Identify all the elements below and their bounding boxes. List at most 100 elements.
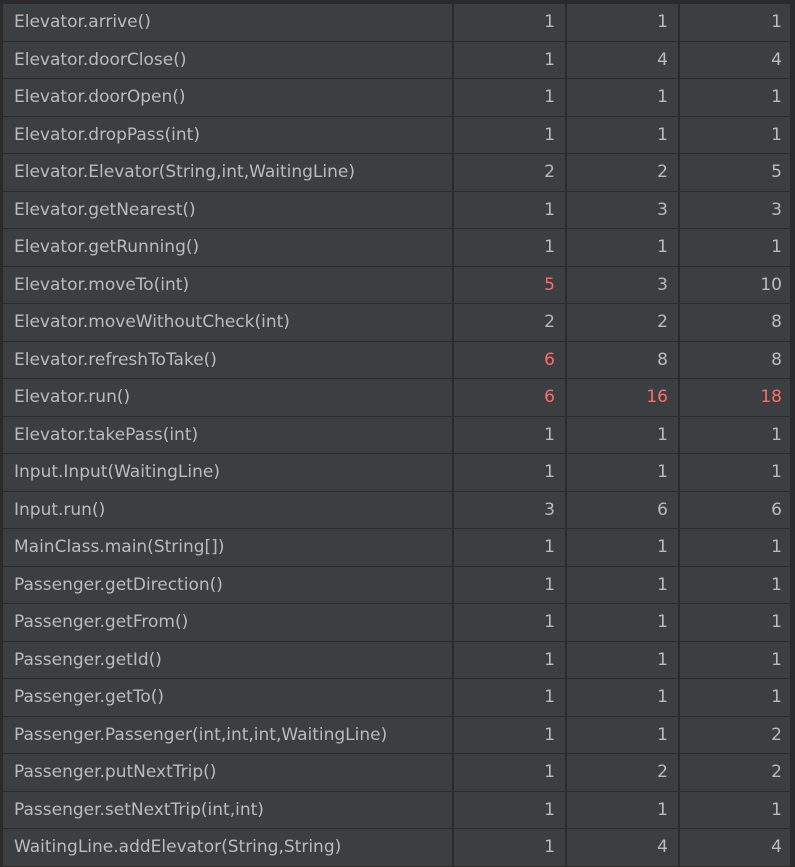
table-row[interactable]: Elevator.takePass(int) 1 1 1 <box>3 416 790 453</box>
metric-1-cell: 1 <box>454 416 565 453</box>
table-row[interactable]: Elevator.moveTo(int) 5 3 10 <box>3 266 790 303</box>
metric-3-cell: 1 <box>680 229 790 266</box>
metric-3-cell: 1 <box>680 791 790 828</box>
method-name-cell: Passenger.getDirection() <box>3 566 452 603</box>
method-name-cell: Elevator.moveTo(int) <box>3 266 452 303</box>
metric-1-cell: 1 <box>454 679 565 716</box>
metric-3-cell: 2 <box>680 716 790 753</box>
metric-3-cell: 8 <box>680 304 790 341</box>
method-name-cell: Elevator.arrive() <box>3 4 452 41</box>
metric-2-cell: 1 <box>567 791 678 828</box>
metric-3-cell: 6 <box>680 491 790 528</box>
table-row[interactable]: Passenger.getId() 1 1 1 <box>3 641 790 678</box>
method-name-cell: Elevator.refreshToTake() <box>3 341 452 378</box>
metric-2-cell: 1 <box>567 229 678 266</box>
metric-2-cell: 1 <box>567 566 678 603</box>
metric-1-cell: 5 <box>454 266 565 303</box>
table-row[interactable]: Elevator.moveWithoutCheck(int) 2 2 8 <box>3 304 790 341</box>
metric-3-cell: 4 <box>680 41 790 78</box>
metric-2-cell: 2 <box>567 154 678 191</box>
metric-2-cell: 4 <box>567 829 678 866</box>
table-row[interactable]: Passenger.Passenger(int,int,int,WaitingL… <box>3 716 790 753</box>
metric-2-cell: 4 <box>567 41 678 78</box>
metric-2-cell: 1 <box>567 641 678 678</box>
metric-2-cell: 16 <box>567 379 678 416</box>
metric-2-cell: 2 <box>567 754 678 791</box>
table-row[interactable]: Passenger.getDirection() 1 1 1 <box>3 566 790 603</box>
table-row[interactable]: Elevator.run() 6 16 18 <box>3 379 790 416</box>
method-name-cell: Elevator.getNearest() <box>3 191 452 228</box>
metric-2-cell: 6 <box>567 491 678 528</box>
metric-3-cell: 5 <box>680 154 790 191</box>
table-row[interactable]: Passenger.getTo() 1 1 1 <box>3 679 790 716</box>
metric-3-cell: 1 <box>680 604 790 641</box>
method-name-cell: Elevator.doorClose() <box>3 41 452 78</box>
method-name-cell: Elevator.moveWithoutCheck(int) <box>3 304 452 341</box>
metric-3-cell: 1 <box>680 454 790 491</box>
table-row[interactable]: Passenger.putNextTrip() 1 2 2 <box>3 754 790 791</box>
metric-3-cell: 2 <box>680 754 790 791</box>
table-row[interactable]: Elevator.doorClose() 1 4 4 <box>3 41 790 78</box>
table-row[interactable]: MainClass.main(String[]) 1 1 1 <box>3 529 790 566</box>
metric-2-cell: 1 <box>567 604 678 641</box>
method-name-cell: Passenger.getFrom() <box>3 604 452 641</box>
metric-3-cell: 3 <box>680 191 790 228</box>
table-row[interactable]: Passenger.getFrom() 1 1 1 <box>3 604 790 641</box>
table-row[interactable]: Passenger.setNextTrip(int,int) 1 1 1 <box>3 791 790 828</box>
table-row[interactable]: Elevator.dropPass(int) 1 1 1 <box>3 116 790 153</box>
method-name-cell: Input.Input(WaitingLine) <box>3 454 452 491</box>
method-name-cell: Passenger.getId() <box>3 641 452 678</box>
metric-1-cell: 1 <box>454 454 565 491</box>
method-name-cell: Passenger.putNextTrip() <box>3 754 452 791</box>
method-name-cell: Passenger.setNextTrip(int,int) <box>3 791 452 828</box>
table-row[interactable]: Elevator.doorOpen() 1 1 1 <box>3 79 790 116</box>
metric-1-cell: 1 <box>454 529 565 566</box>
metric-3-cell: 1 <box>680 4 790 41</box>
metric-1-cell: 1 <box>454 41 565 78</box>
method-name-cell: Input.run() <box>3 491 452 528</box>
metrics-table: Elevator.arrive() 1 1 1 Elevator.doorClose()… <box>3 4 790 867</box>
metric-1-cell: 2 <box>454 154 565 191</box>
metric-3-cell: 8 <box>680 341 790 378</box>
method-name-cell: Elevator.getRunning() <box>3 229 452 266</box>
metric-1-cell: 1 <box>454 191 565 228</box>
metric-3-cell: 1 <box>680 529 790 566</box>
metric-1-cell: 3 <box>454 491 565 528</box>
metric-2-cell: 3 <box>567 266 678 303</box>
metric-1-cell: 1 <box>454 566 565 603</box>
metric-1-cell: 1 <box>454 641 565 678</box>
method-name-cell: Elevator.takePass(int) <box>3 416 452 453</box>
metric-2-cell: 8 <box>567 341 678 378</box>
metric-3-cell: 1 <box>680 116 790 153</box>
metric-2-cell: 1 <box>567 116 678 153</box>
metric-1-cell: 6 <box>454 379 565 416</box>
method-name-cell: Elevator.doorOpen() <box>3 79 452 116</box>
metric-2-cell: 1 <box>567 454 678 491</box>
method-name-cell: Elevator.Elevator(String,int,WaitingLine… <box>3 154 452 191</box>
metric-2-cell: 1 <box>567 529 678 566</box>
method-name-cell: Elevator.run() <box>3 379 452 416</box>
metric-1-cell: 1 <box>454 716 565 753</box>
metric-1-cell: 1 <box>454 116 565 153</box>
metric-2-cell: 1 <box>567 679 678 716</box>
table-row[interactable]: Input.run() 3 6 6 <box>3 491 790 528</box>
table-row[interactable]: Elevator.Elevator(String,int,WaitingLine… <box>3 154 790 191</box>
metric-3-cell: 10 <box>680 266 790 303</box>
table-row[interactable]: WaitingLine.addElevator(String,String) 1 4… <box>3 829 790 866</box>
table-row[interactable]: Elevator.getNearest() 1 3 3 <box>3 191 790 228</box>
table-row[interactable]: Elevator.refreshToTake() 6 8 8 <box>3 341 790 378</box>
metric-3-cell: 4 <box>680 829 790 866</box>
metric-1-cell: 1 <box>454 604 565 641</box>
metric-3-cell: 1 <box>680 416 790 453</box>
metric-2-cell: 3 <box>567 191 678 228</box>
method-name-cell: MainClass.main(String[]) <box>3 529 452 566</box>
method-name-cell: Passenger.getTo() <box>3 679 452 716</box>
metric-1-cell: 1 <box>454 79 565 116</box>
method-name-cell: WaitingLine.addElevator(String,String) <box>3 829 452 866</box>
table-row[interactable]: Elevator.arrive() 1 1 1 <box>3 4 790 41</box>
metric-1-cell: 1 <box>454 229 565 266</box>
table-row[interactable]: Elevator.getRunning() 1 1 1 <box>3 229 790 266</box>
metric-3-cell: 1 <box>680 566 790 603</box>
metric-1-cell: 2 <box>454 304 565 341</box>
table-row[interactable]: Input.Input(WaitingLine) 1 1 1 <box>3 454 790 491</box>
